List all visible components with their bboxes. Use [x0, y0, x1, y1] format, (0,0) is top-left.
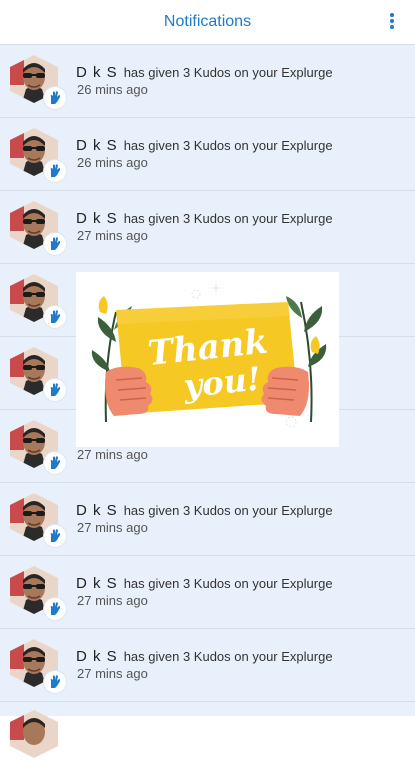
avatar[interactable]	[10, 493, 66, 547]
page-title: Notifications	[163, 13, 252, 30]
notification-message: has given 3 Kudos on your Explurge	[123, 576, 333, 591]
thank-you-popup[interactable]: Thank you!	[76, 272, 339, 447]
notification-text: D k S has given 3 Kudos on your Explurge	[76, 137, 333, 154]
avatar[interactable]	[10, 710, 64, 764]
notification-row[interactable]	[0, 702, 415, 758]
notification-time: 27 mins ago	[77, 666, 148, 681]
notification-row[interactable]: D k Shas given 3 Kudos on your Explurge …	[0, 118, 415, 191]
top-bar: Notifications	[0, 0, 415, 45]
sender-name[interactable]: D k S	[76, 648, 118, 665]
notification-time: 27 mins ago	[77, 593, 148, 608]
kudos-hand-icon	[44, 233, 66, 255]
sender-name[interactable]: D k S	[76, 575, 118, 592]
sender-name[interactable]: D k S	[76, 64, 118, 81]
notification-row[interactable]: D k Shas given 3 Kudos on your Explurge …	[0, 45, 415, 118]
notification-time: 26 mins ago	[77, 82, 148, 97]
notification-message: has given 3 Kudos on your Explurge	[123, 65, 333, 80]
kudos-hand-icon	[44, 379, 66, 401]
notification-time: 27 mins ago	[77, 228, 148, 243]
kudos-hand-icon	[44, 525, 66, 547]
notification-time: 27 mins ago	[77, 520, 148, 535]
kebab-menu-icon[interactable]	[387, 13, 397, 33]
kudos-hand-icon	[44, 87, 66, 109]
notification-text: D k S has given 3 Kudos on your Explurge	[76, 575, 333, 592]
avatar[interactable]	[10, 128, 66, 182]
avatar[interactable]	[10, 201, 66, 255]
you-text: you!	[181, 359, 263, 405]
notification-row[interactable]: D k Shas given 3 Kudos on your Explurge …	[0, 191, 415, 264]
kudos-hand-icon	[44, 306, 66, 328]
kudos-hand-icon	[44, 598, 66, 620]
notification-text: D k S has given 3 Kudos on your Explurge	[76, 64, 333, 81]
kudos-hand-icon	[44, 671, 66, 693]
avatar[interactable]	[10, 566, 66, 620]
notification-text: D k S has given 3 Kudos on your Explurge	[76, 210, 333, 227]
sender-name[interactable]: D k S	[76, 210, 118, 227]
notification-message: has given 3 Kudos on your Explurge	[123, 211, 333, 226]
kudos-hand-icon	[44, 452, 66, 474]
avatar[interactable]	[10, 347, 66, 401]
avatar[interactable]	[10, 420, 66, 474]
sender-name[interactable]: D k S	[76, 137, 118, 154]
avatar[interactable]	[10, 639, 66, 693]
notification-row[interactable]: D k Shas given 3 Kudos on your Explurge …	[0, 556, 415, 629]
thank-you-illustration: Thank you!	[76, 272, 339, 447]
notification-time: 26 mins ago	[77, 155, 148, 170]
notification-text: D k S has given 3 Kudos on your Explurge	[76, 648, 333, 665]
user-avatar-image	[10, 710, 58, 758]
notification-message: has given 3 Kudos on your Explurge	[123, 138, 333, 153]
avatar[interactable]	[10, 55, 66, 109]
kudos-hand-icon	[44, 160, 66, 182]
avatar[interactable]	[10, 274, 66, 328]
notification-row[interactable]: D k Shas given 3 Kudos on your Explurge …	[0, 483, 415, 556]
notification-message: has given 3 Kudos on your Explurge	[123, 503, 333, 518]
notification-time: 27 mins ago	[77, 447, 148, 462]
notification-text: D k S has given 3 Kudos on your Explurge	[76, 502, 333, 519]
notification-row[interactable]: D k Shas given 3 Kudos on your Explurge …	[0, 629, 415, 702]
sender-name[interactable]: D k S	[76, 502, 118, 519]
notification-message: has given 3 Kudos on your Explurge	[123, 649, 333, 664]
